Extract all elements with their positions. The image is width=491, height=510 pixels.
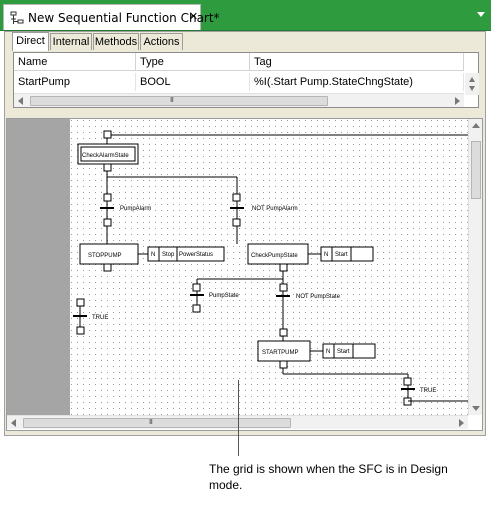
action-cell: Stop [162, 252, 175, 258]
canvas-vertical-scrollbar[interactable] [468, 119, 482, 415]
step-label: STARTPUMP [262, 350, 298, 356]
scroll-thumb[interactable]: III [23, 418, 291, 428]
tab-direct[interactable]: Direct [12, 32, 49, 51]
canvas-gutter [7, 119, 70, 415]
transition-label: PumpState [209, 293, 239, 299]
grid-horizontal-scrollbar[interactable]: III [14, 93, 464, 107]
action-qualifier: N [324, 252, 328, 258]
transition-label: NOT PumpState [296, 294, 341, 300]
cell-tag[interactable]: %I(.Start Pump.StateChngState) [250, 73, 464, 91]
scroll-left-icon[interactable] [14, 94, 28, 108]
column-header-name[interactable]: Name [14, 53, 136, 71]
scroll-right-icon[interactable] [454, 416, 468, 430]
editor-tab-strip: New Sequential Function Chart* ✕ [0, 0, 491, 31]
scroll-right-icon[interactable] [450, 94, 464, 108]
column-header-tag[interactable]: Tag [250, 53, 464, 71]
sfc-document-icon [10, 11, 24, 24]
scroll-grip: III [149, 419, 153, 426]
caption-text: The grid is shown when the SFC is in Des… [209, 462, 448, 492]
scroll-down-icon[interactable] [469, 401, 483, 415]
transition-label: PumpAlarm [120, 206, 151, 212]
transition-label: TRUE [420, 388, 436, 394]
grid-vertical-scrollbar[interactable] [465, 73, 479, 95]
variables-grid: Name Type Tag StartPump BOOL %I(.Start P… [13, 52, 479, 108]
connector[interactable] [103, 130, 112, 139]
document-tab[interactable]: New Sequential Function Chart* ✕ [3, 4, 220, 30]
action-qualifier: N [151, 252, 155, 258]
cell-type[interactable]: BOOL [136, 73, 250, 91]
step-label: CheckAlarmState [82, 153, 129, 159]
scroll-grip: III [170, 97, 174, 104]
transition-label: NOT PumpAlarm [252, 206, 298, 212]
sfc-diagram[interactable]: CheckAlarmState STOPPUMP CheckPumpState … [70, 119, 468, 415]
sfc-canvas[interactable]: CheckAlarmState STOPPUMP CheckPumpState … [6, 118, 483, 431]
action-qualifier: N [326, 349, 330, 355]
tab-internal[interactable]: Internal [50, 33, 92, 50]
close-icon[interactable]: ✕ [188, 10, 199, 24]
action-cell: Start [335, 252, 348, 258]
scroll-thumb[interactable]: III [30, 96, 328, 106]
step-label: STOPPUMP [88, 253, 122, 259]
column-header-type[interactable]: Type [136, 53, 250, 71]
action-cell: PowerStatus [179, 252, 213, 258]
tab-actions[interactable]: Actions [140, 33, 183, 50]
scroll-left-icon[interactable] [7, 416, 21, 430]
scroll-thumb[interactable] [471, 141, 481, 199]
callout-line [238, 380, 239, 456]
step-label: CheckPumpState [251, 253, 298, 259]
transition-label: TRUE [92, 315, 108, 321]
chevron-down-icon[interactable] [475, 8, 487, 20]
cell-name[interactable]: StartPump [14, 73, 136, 91]
tab-methods[interactable]: Methods [93, 33, 139, 50]
action-cell: Start [337, 349, 350, 355]
scroll-up-icon[interactable] [469, 119, 483, 133]
